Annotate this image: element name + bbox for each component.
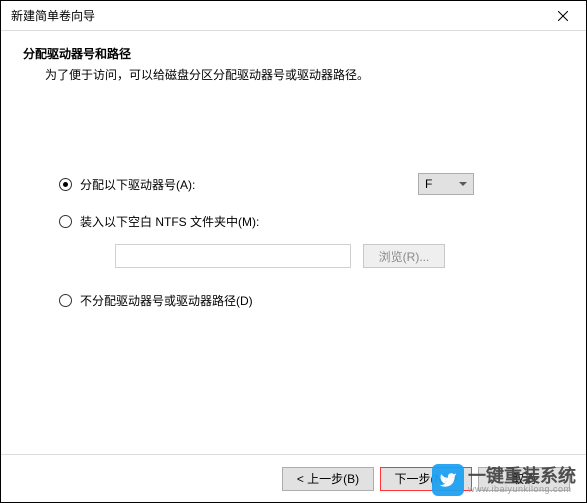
label-mount-folder: 装入以下空白 NTFS 文件夹中(M): <box>80 213 259 230</box>
cancel-button[interactable]: 取消 <box>478 467 570 491</box>
back-button[interactable]: < 上一步(B) <box>282 467 374 491</box>
drive-letter-select[interactable]: F <box>418 173 474 195</box>
chevron-down-icon <box>459 182 467 186</box>
option-mount-folder: 装入以下空白 NTFS 文件夹中(M): <box>59 213 564 230</box>
close-icon <box>558 11 568 21</box>
close-button[interactable] <box>540 1 586 31</box>
radio-no-assign[interactable] <box>59 294 72 307</box>
drive-letter-value: F <box>425 177 432 191</box>
window-title: 新建简单卷向导 <box>11 7 95 24</box>
wizard-window: 新建简单卷向导 分配驱动器号和路径 为了便于访问，可以给磁盘分区分配驱动器号或驱… <box>0 0 587 503</box>
content-area: 分配驱动器号和路径 为了便于访问，可以给磁盘分区分配驱动器号或驱动器路径。 分配… <box>1 31 586 454</box>
mount-path-input[interactable] <box>115 244 351 268</box>
options-group: 分配以下驱动器号(A): F 装入以下空白 NTFS 文件夹中(M): 浏览(R… <box>59 173 564 309</box>
page-heading: 分配驱动器号和路径 <box>23 45 564 62</box>
radio-assign-drive[interactable] <box>59 178 72 191</box>
mount-path-row: 浏览(R)... <box>115 244 564 268</box>
wizard-footer: < 上一步(B) 下一步(N) > 取消 一键重装系统 www.ibaiyunk… <box>1 454 586 502</box>
label-assign-drive: 分配以下驱动器号(A): <box>80 176 195 193</box>
next-button[interactable]: 下一步(N) > <box>380 467 472 491</box>
titlebar: 新建简单卷向导 <box>1 1 586 31</box>
radio-mount-folder[interactable] <box>59 215 72 228</box>
page-subheading: 为了便于访问，可以给磁盘分区分配驱动器号或驱动器路径。 <box>45 66 564 83</box>
label-no-assign: 不分配驱动器号或驱动器路径(D) <box>80 292 253 309</box>
option-no-assign: 不分配驱动器号或驱动器路径(D) <box>59 292 564 309</box>
option-assign-drive: 分配以下驱动器号(A): F <box>59 173 564 195</box>
browse-button: 浏览(R)... <box>363 244 445 268</box>
